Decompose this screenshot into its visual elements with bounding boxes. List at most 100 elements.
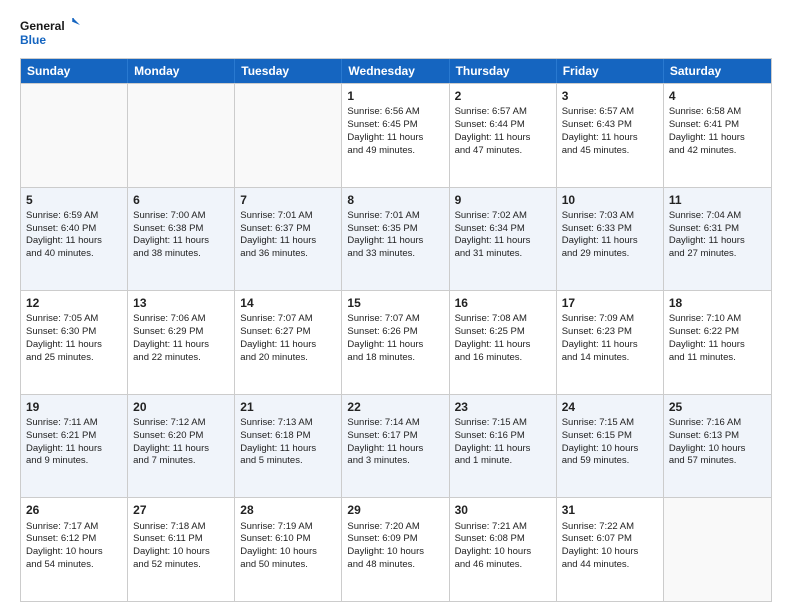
calendar-cell: 21Sunrise: 7:13 AMSunset: 6:18 PMDayligh… [235,395,342,498]
day-info: and 36 minutes. [240,248,308,259]
day-info: Daylight: 11 hours [455,235,531,246]
calendar-cell [664,498,771,601]
day-number: 2 [455,88,551,104]
day-info: Sunset: 6:31 PM [669,223,739,234]
day-number: 14 [240,295,336,311]
calendar-cell: 12Sunrise: 7:05 AMSunset: 6:30 PMDayligh… [21,291,128,394]
day-info: Sunset: 6:12 PM [26,533,96,544]
logo-svg: General Blue [20,16,80,52]
day-number: 23 [455,399,551,415]
calendar-cell: 16Sunrise: 7:08 AMSunset: 6:25 PMDayligh… [450,291,557,394]
day-info: and 54 minutes. [26,559,94,570]
calendar-cell: 11Sunrise: 7:04 AMSunset: 6:31 PMDayligh… [664,188,771,291]
day-info: Sunset: 6:45 PM [347,119,417,130]
day-info: Sunset: 6:43 PM [562,119,632,130]
day-number: 16 [455,295,551,311]
day-info: and 3 minutes. [347,455,409,466]
calendar-week-row: 12Sunrise: 7:05 AMSunset: 6:30 PMDayligh… [21,290,771,394]
day-info: Daylight: 11 hours [26,235,102,246]
day-number: 12 [26,295,122,311]
page-header: General Blue [20,16,772,52]
day-info: Sunset: 6:10 PM [240,533,310,544]
calendar-header-row: SundayMondayTuesdayWednesdayThursdayFrid… [21,59,771,83]
calendar-week-row: 26Sunrise: 7:17 AMSunset: 6:12 PMDayligh… [21,497,771,601]
calendar-cell: 28Sunrise: 7:19 AMSunset: 6:10 PMDayligh… [235,498,342,601]
calendar-header-cell: Monday [128,59,235,83]
svg-text:General: General [20,19,65,33]
day-info: Sunrise: 7:01 AM [347,210,419,221]
day-number: 18 [669,295,766,311]
day-info: and 57 minutes. [669,455,737,466]
day-info: Sunset: 6:34 PM [455,223,525,234]
day-info: and 22 minutes. [133,352,201,363]
day-number: 17 [562,295,658,311]
day-info: Daylight: 10 hours [669,443,746,454]
calendar-cell: 1Sunrise: 6:56 AMSunset: 6:45 PMDaylight… [342,84,449,187]
day-number: 8 [347,192,443,208]
calendar-body: 1Sunrise: 6:56 AMSunset: 6:45 PMDaylight… [21,83,771,601]
day-info: and 48 minutes. [347,559,415,570]
day-info: Sunrise: 7:07 AM [347,313,419,324]
calendar-header-cell: Friday [557,59,664,83]
calendar-cell: 31Sunrise: 7:22 AMSunset: 6:07 PMDayligh… [557,498,664,601]
day-info: Daylight: 11 hours [669,339,745,350]
day-number: 22 [347,399,443,415]
day-number: 4 [669,88,766,104]
day-number: 5 [26,192,122,208]
calendar-week-row: 19Sunrise: 7:11 AMSunset: 6:21 PMDayligh… [21,394,771,498]
calendar-cell: 2Sunrise: 6:57 AMSunset: 6:44 PMDaylight… [450,84,557,187]
day-info: Daylight: 11 hours [240,443,316,454]
day-info: and 47 minutes. [455,145,523,156]
day-info: Sunset: 6:13 PM [669,430,739,441]
day-info: Daylight: 11 hours [455,339,531,350]
day-info: Sunrise: 7:13 AM [240,417,312,428]
calendar-cell: 20Sunrise: 7:12 AMSunset: 6:20 PMDayligh… [128,395,235,498]
day-info: Sunset: 6:09 PM [347,533,417,544]
calendar-cell [128,84,235,187]
day-number: 7 [240,192,336,208]
day-info: Sunset: 6:25 PM [455,326,525,337]
day-info: Sunrise: 7:07 AM [240,313,312,324]
calendar-cell: 7Sunrise: 7:01 AMSunset: 6:37 PMDaylight… [235,188,342,291]
day-info: Sunrise: 7:06 AM [133,313,205,324]
day-number: 15 [347,295,443,311]
day-info: Daylight: 11 hours [240,235,316,246]
day-info: Daylight: 11 hours [455,132,531,143]
day-info: Daylight: 11 hours [455,443,531,454]
day-number: 3 [562,88,658,104]
day-info: Sunset: 6:37 PM [240,223,310,234]
calendar-header-cell: Saturday [664,59,771,83]
day-info: and 5 minutes. [240,455,302,466]
day-info: Sunrise: 7:21 AM [455,521,527,532]
day-info: Sunset: 6:33 PM [562,223,632,234]
day-info: and 14 minutes. [562,352,630,363]
calendar-week-row: 1Sunrise: 6:56 AMSunset: 6:45 PMDaylight… [21,83,771,187]
day-info: Sunrise: 7:17 AM [26,521,98,532]
day-info: Daylight: 11 hours [240,339,316,350]
day-info: and 25 minutes. [26,352,94,363]
day-info: Daylight: 10 hours [240,546,317,557]
day-info: Sunrise: 7:14 AM [347,417,419,428]
day-info: Sunrise: 7:03 AM [562,210,634,221]
day-info: Sunset: 6:40 PM [26,223,96,234]
calendar-cell: 25Sunrise: 7:16 AMSunset: 6:13 PMDayligh… [664,395,771,498]
day-info: Sunset: 6:16 PM [455,430,525,441]
calendar-cell: 4Sunrise: 6:58 AMSunset: 6:41 PMDaylight… [664,84,771,187]
day-info: Daylight: 10 hours [133,546,210,557]
calendar-cell: 30Sunrise: 7:21 AMSunset: 6:08 PMDayligh… [450,498,557,601]
day-info: Sunset: 6:18 PM [240,430,310,441]
day-info: and 46 minutes. [455,559,523,570]
day-number: 1 [347,88,443,104]
day-info: Daylight: 10 hours [562,546,639,557]
day-info: Daylight: 11 hours [133,235,209,246]
day-info: and 7 minutes. [133,455,195,466]
calendar-header-cell: Sunday [21,59,128,83]
day-info: Daylight: 11 hours [562,235,638,246]
day-info: Sunrise: 7:05 AM [26,313,98,324]
day-info: Daylight: 11 hours [347,235,423,246]
day-info: and 38 minutes. [133,248,201,259]
day-info: and 33 minutes. [347,248,415,259]
day-info: Sunrise: 7:15 AM [562,417,634,428]
day-info: and 49 minutes. [347,145,415,156]
calendar-cell: 13Sunrise: 7:06 AMSunset: 6:29 PMDayligh… [128,291,235,394]
